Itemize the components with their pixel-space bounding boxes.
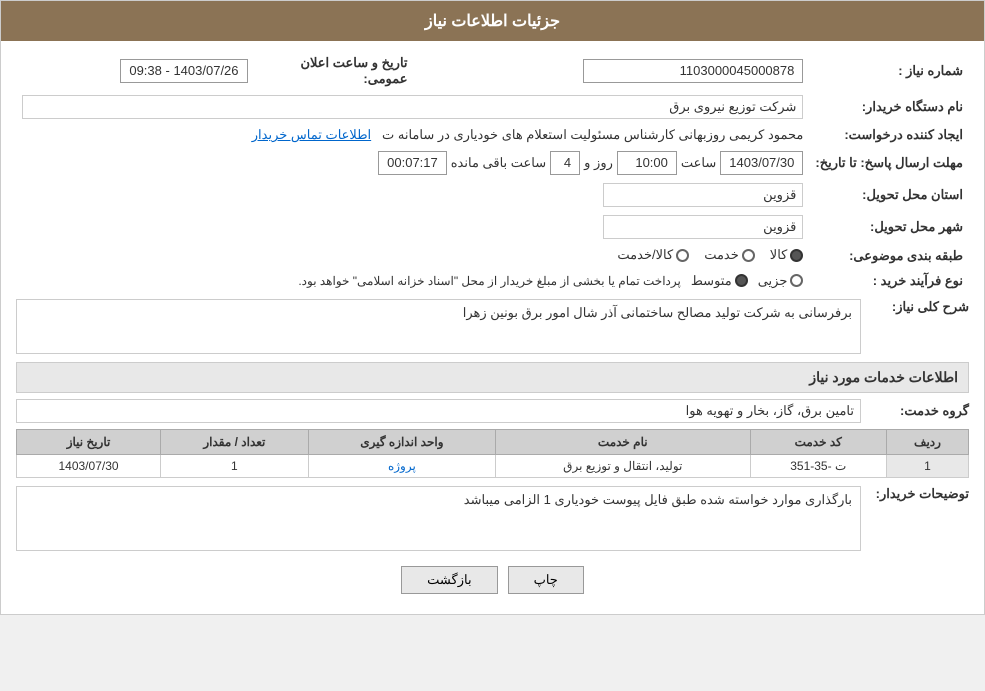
- need-desc-value: برفرسانی به شرکت تولید مصالح ساختمانی آذ…: [463, 305, 852, 320]
- buyer-notes-row: توضیحات خریدار: بارگذاری موارد خواسته شد…: [16, 486, 969, 551]
- col-qty: تعداد / مقدار: [161, 429, 309, 454]
- row-creator: ایجاد کننده درخواست: محمود کریمی روزبهان…: [16, 123, 969, 147]
- table-cell: ت -35-351: [750, 454, 886, 477]
- province-label: استان محل تحویل:: [809, 179, 969, 211]
- col-row: ردیف: [886, 429, 968, 454]
- back-button[interactable]: بازگشت: [401, 566, 497, 594]
- service-group-row: گروه خدمت: تامین برق، گاز، بخار و تهویه …: [16, 399, 969, 423]
- buyer-org-box: شرکت توزیع نیروی برق: [22, 95, 803, 119]
- category-option-kala[interactable]: کالا: [770, 247, 804, 263]
- row-city: شهر محل تحویل: قزوین: [16, 211, 969, 243]
- radio-kala-icon: [790, 249, 803, 262]
- radio-jozi-icon: [790, 274, 803, 287]
- table-cell: پروژه: [308, 454, 495, 477]
- print-button[interactable]: چاپ: [508, 566, 584, 594]
- city-label: شهر محل تحویل:: [809, 211, 969, 243]
- table-cell: 1: [886, 454, 968, 477]
- procurement-jozi-label: جزیی: [758, 273, 788, 289]
- table-cell: تولید، انتقال و توزیع برق: [496, 454, 750, 477]
- buyer-org-value: شرکت توزیع نیروی برق: [16, 91, 809, 123]
- radio-both-icon: [676, 249, 689, 262]
- announce-value: 1403/07/26 - 09:38: [16, 51, 254, 91]
- deadline-row: 1403/07/30 ساعت 10:00 روز و 4 ساعت باقی …: [22, 151, 803, 175]
- procurement-option-motevaset[interactable]: متوسط: [691, 273, 748, 289]
- province-box: قزوین: [603, 183, 803, 207]
- main-info-table: شماره نیاز : 1103000045000878 تاریخ و سا…: [16, 51, 969, 293]
- row-category: طبقه بندی موضوعی: کالا خدمت: [16, 243, 969, 269]
- buyer-notes-label: توضیحات خریدار:: [869, 486, 969, 502]
- table-cell: 1403/07/30: [17, 454, 161, 477]
- buyer-notes-box: بارگذاری موارد خواسته شده طبق فایل پیوست…: [16, 486, 861, 551]
- row-procurement: نوع فرآیند خرید : جزیی متوسط پرداخت تمام…: [16, 269, 969, 293]
- service-group-value: تامین برق، گاز، بخار و تهویه هوا: [686, 403, 854, 418]
- province-value: قزوین: [16, 179, 809, 211]
- city-value: قزوین: [16, 211, 809, 243]
- col-code: کد خدمت: [750, 429, 886, 454]
- category-label: طبقه بندی موضوعی:: [809, 243, 969, 269]
- procurement-note: پرداخت تمام یا بخشی از مبلغ خریدار از مح…: [298, 274, 681, 288]
- buyer-org-label: نام دستگاه خریدار:: [809, 91, 969, 123]
- procurement-row: جزیی متوسط پرداخت تمام یا بخشی از مبلغ خ…: [22, 273, 803, 289]
- procurement-option-jozi[interactable]: جزیی: [758, 273, 804, 289]
- col-name: نام خدمت: [496, 429, 750, 454]
- need-desc-box: برفرسانی به شرکت تولید مصالح ساختمانی آذ…: [16, 299, 861, 354]
- procurement-options: جزیی متوسط پرداخت تمام یا بخشی از مبلغ خ…: [16, 269, 809, 293]
- col-unit: واحد اندازه گیری: [308, 429, 495, 454]
- service-group-box: تامین برق، گاز، بخار و تهویه هوا: [16, 399, 861, 423]
- services-table-header-row: ردیف کد خدمت نام خدمت واحد اندازه گیری ت…: [17, 429, 969, 454]
- buyer-notes-value: بارگذاری موارد خواسته شده طبق فایل پیوست…: [464, 492, 852, 507]
- deadline-remaining-label: ساعت باقی مانده: [451, 155, 546, 171]
- deadline-date-box: 1403/07/30: [720, 151, 803, 175]
- services-table-head: ردیف کد خدمت نام خدمت واحد اندازه گیری ت…: [17, 429, 969, 454]
- col-date: تاریخ نیاز: [17, 429, 161, 454]
- deadline-day-label: روز و: [584, 155, 613, 171]
- category-both-label: کالا/خدمت: [617, 247, 673, 263]
- need-number-box: 1103000045000878: [583, 59, 803, 83]
- category-khedmat-label: خدمت: [704, 247, 739, 263]
- radio-motevaset-icon: [735, 274, 748, 287]
- table-cell: 1: [161, 454, 309, 477]
- row-buyer-org: نام دستگاه خریدار: شرکت توزیع نیروی برق: [16, 91, 969, 123]
- announce-label: تاریخ و ساعت اعلان عمومی:: [254, 51, 414, 91]
- page-header: جزئیات اطلاعات نیاز: [1, 1, 984, 41]
- need-desc-label: شرح کلی نیاز:: [869, 299, 969, 315]
- deadline-value: 1403/07/30 ساعت 10:00 روز و 4 ساعت باقی …: [16, 147, 809, 179]
- deadline-time-label: ساعت: [681, 155, 716, 171]
- services-table: ردیف کد خدمت نام خدمت واحد اندازه گیری ت…: [16, 429, 969, 478]
- need-number-label: شماره نیاز :: [809, 51, 969, 91]
- row-deadline: مهلت ارسال پاسخ: تا تاریخ: 1403/07/30 سا…: [16, 147, 969, 179]
- table-row: 1ت -35-351تولید، انتقال و توزیع برقپروژه…: [17, 454, 969, 477]
- page-title: جزئیات اطلاعات نیاز: [425, 13, 560, 30]
- page-wrapper: جزئیات اطلاعات نیاز شماره نیاز : 1103000…: [0, 0, 985, 615]
- row-need-number: شماره نیاز : 1103000045000878 تاریخ و سا…: [16, 51, 969, 91]
- need-number-value: 1103000045000878: [414, 51, 810, 91]
- category-option-khedmat[interactable]: خدمت: [704, 247, 755, 263]
- category-option-both[interactable]: کالا/خدمت: [617, 247, 689, 263]
- creator-label: ایجاد کننده درخواست:: [809, 123, 969, 147]
- deadline-days-box: 4: [550, 151, 580, 175]
- category-options: کالا خدمت کالا/خدمت: [16, 243, 809, 269]
- deadline-label: مهلت ارسال پاسخ: تا تاریخ:: [809, 147, 969, 179]
- need-desc-row: شرح کلی نیاز: برفرسانی به شرکت تولید مصا…: [16, 299, 969, 354]
- services-table-body: 1ت -35-351تولید، انتقال و توزیع برقپروژه…: [17, 454, 969, 477]
- announce-box: 1403/07/26 - 09:38: [120, 59, 247, 83]
- procurement-label: نوع فرآیند خرید :: [809, 269, 969, 293]
- deadline-remaining-box: 00:07:17: [378, 151, 447, 175]
- category-radio-group: کالا خدمت کالا/خدمت: [617, 247, 803, 263]
- services-section-title: اطلاعات خدمات مورد نیاز: [16, 362, 969, 393]
- deadline-time-box: 10:00: [617, 151, 677, 175]
- service-group-label: گروه خدمت:: [869, 403, 969, 419]
- content-area: شماره نیاز : 1103000045000878 تاریخ و سا…: [1, 41, 984, 614]
- radio-khedmat-icon: [742, 249, 755, 262]
- category-kala-label: کالا: [770, 247, 788, 263]
- creator-value: محمود کریمی روزبهانی کارشناس مسئولیت است…: [16, 123, 809, 147]
- button-row: چاپ بازگشت: [16, 566, 969, 594]
- city-box: قزوین: [603, 215, 803, 239]
- row-province: استان محل تحویل: قزوین: [16, 179, 969, 211]
- procurement-motevaset-label: متوسط: [691, 273, 732, 289]
- creator-link[interactable]: اطلاعات تماس خریدار: [252, 127, 371, 142]
